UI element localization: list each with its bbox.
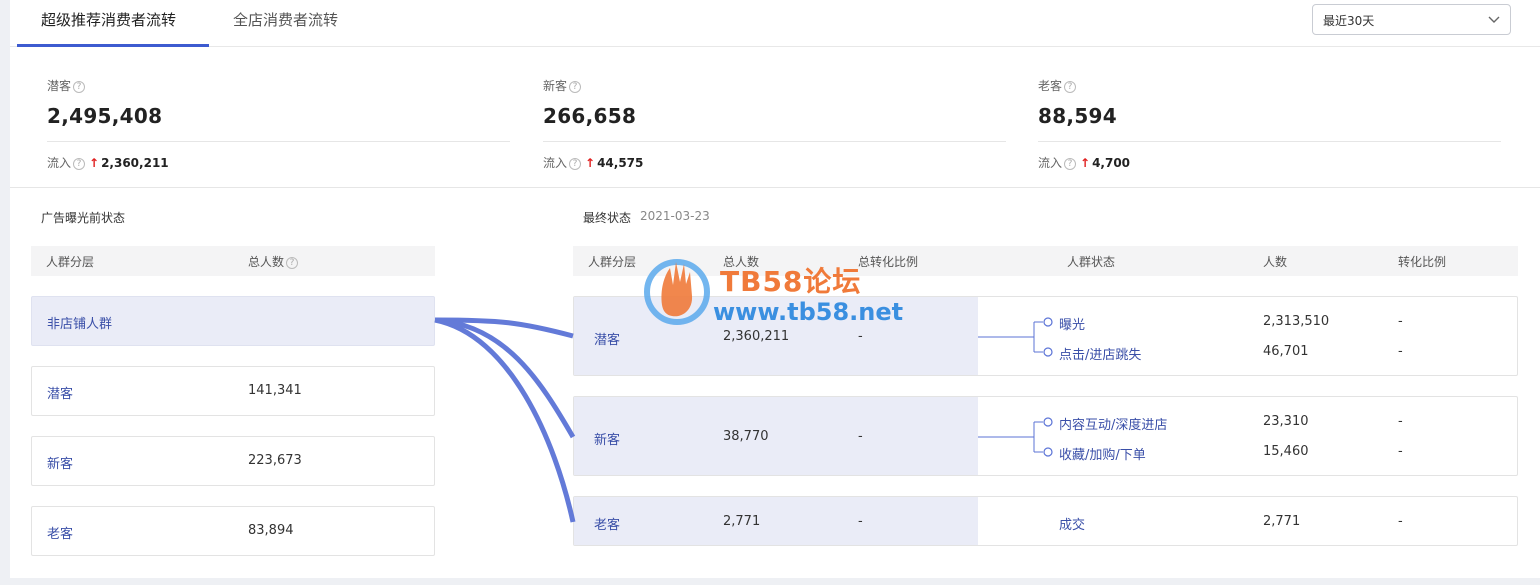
watermark-title: TB58论坛 xyxy=(720,265,862,298)
watermark-hand-icon xyxy=(644,259,710,325)
tree-connectors xyxy=(978,321,1043,453)
watermark-url: www.tb58.net xyxy=(713,298,904,326)
flow-curve-to-old xyxy=(434,317,576,523)
flow-curve-to-new xyxy=(434,317,576,439)
flow-curves xyxy=(434,317,576,523)
tree-nodes xyxy=(1043,317,1053,457)
